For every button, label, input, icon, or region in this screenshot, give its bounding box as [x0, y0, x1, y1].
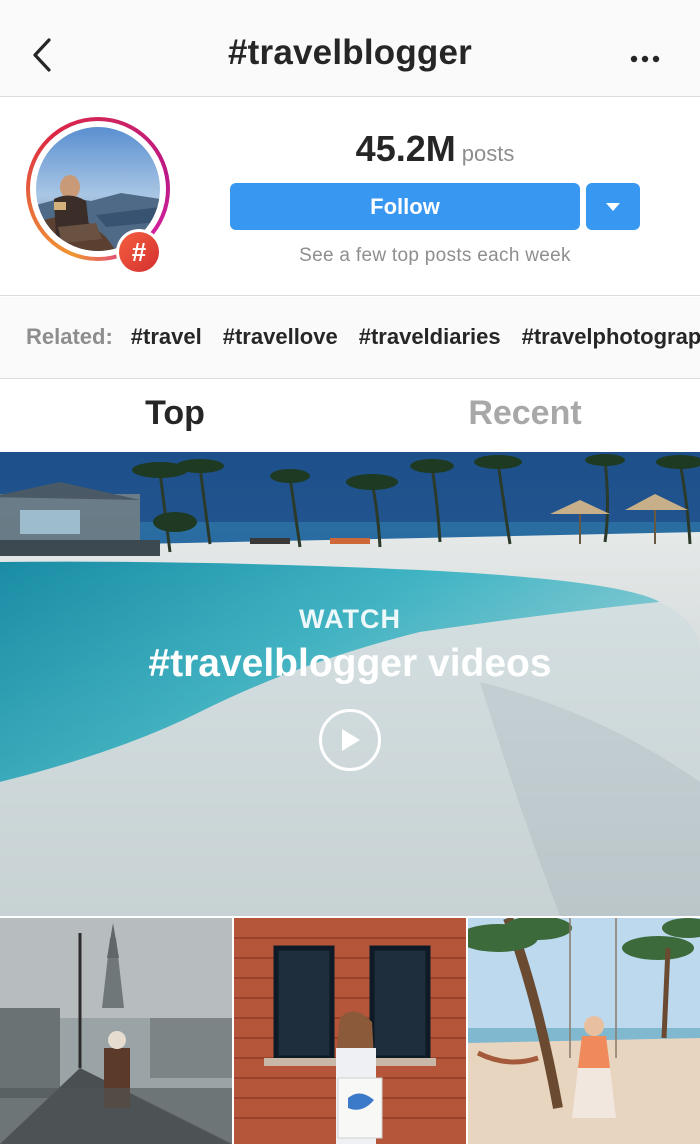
tab-recent[interactable]: Recent — [350, 394, 700, 433]
hashtag-icon: # — [119, 232, 159, 272]
post-grid — [0, 918, 700, 1144]
header-bar: #travelblogger — [0, 0, 700, 97]
feed-tabs: Top Recent — [0, 380, 700, 452]
post-tile[interactable] — [234, 918, 466, 1144]
post-tile[interactable] — [468, 918, 700, 1144]
post-count-label: posts — [461, 141, 515, 166]
video-banner[interactable]: WATCH #travelblogger videos — [0, 452, 700, 916]
play-button[interactable] — [319, 709, 381, 771]
more-horizontal-icon — [630, 55, 660, 63]
hashtag-profile: # 45.2M posts Follow See a few top posts … — [0, 98, 700, 296]
follow-options-button[interactable] — [586, 183, 640, 230]
related-tag-travelphotography[interactable]: #travelphotography — [522, 324, 700, 350]
triangle-down-icon — [606, 202, 620, 211]
post-thumbnail — [234, 918, 466, 1144]
videos-title: #travelblogger videos — [148, 642, 552, 685]
related-tag-traveldiaries[interactable]: #traveldiaries — [359, 324, 501, 350]
follow-button[interactable]: Follow — [230, 183, 580, 230]
related-tag-travel[interactable]: #travel — [131, 324, 202, 350]
related-tag-travellove[interactable]: #travellove — [223, 324, 338, 350]
post-count-value: 45.2M — [355, 128, 456, 169]
more-options-button[interactable] — [620, 42, 670, 76]
post-thumbnail — [468, 918, 700, 1144]
page-title: #travelblogger — [228, 33, 472, 72]
post-thumbnail — [0, 918, 232, 1144]
post-tile[interactable] — [0, 918, 232, 1144]
post-count: 45.2M posts — [230, 128, 640, 170]
watch-label: WATCH — [299, 604, 401, 634]
hashtag-badge: # — [116, 229, 162, 275]
related-hashtags: Related: #travel #travellove #traveldiar… — [0, 297, 700, 379]
related-label: Related: — [26, 324, 113, 349]
tab-top[interactable]: Top — [0, 394, 350, 433]
follow-subtext: See a few top posts each week — [299, 245, 571, 266]
play-icon — [342, 729, 360, 751]
